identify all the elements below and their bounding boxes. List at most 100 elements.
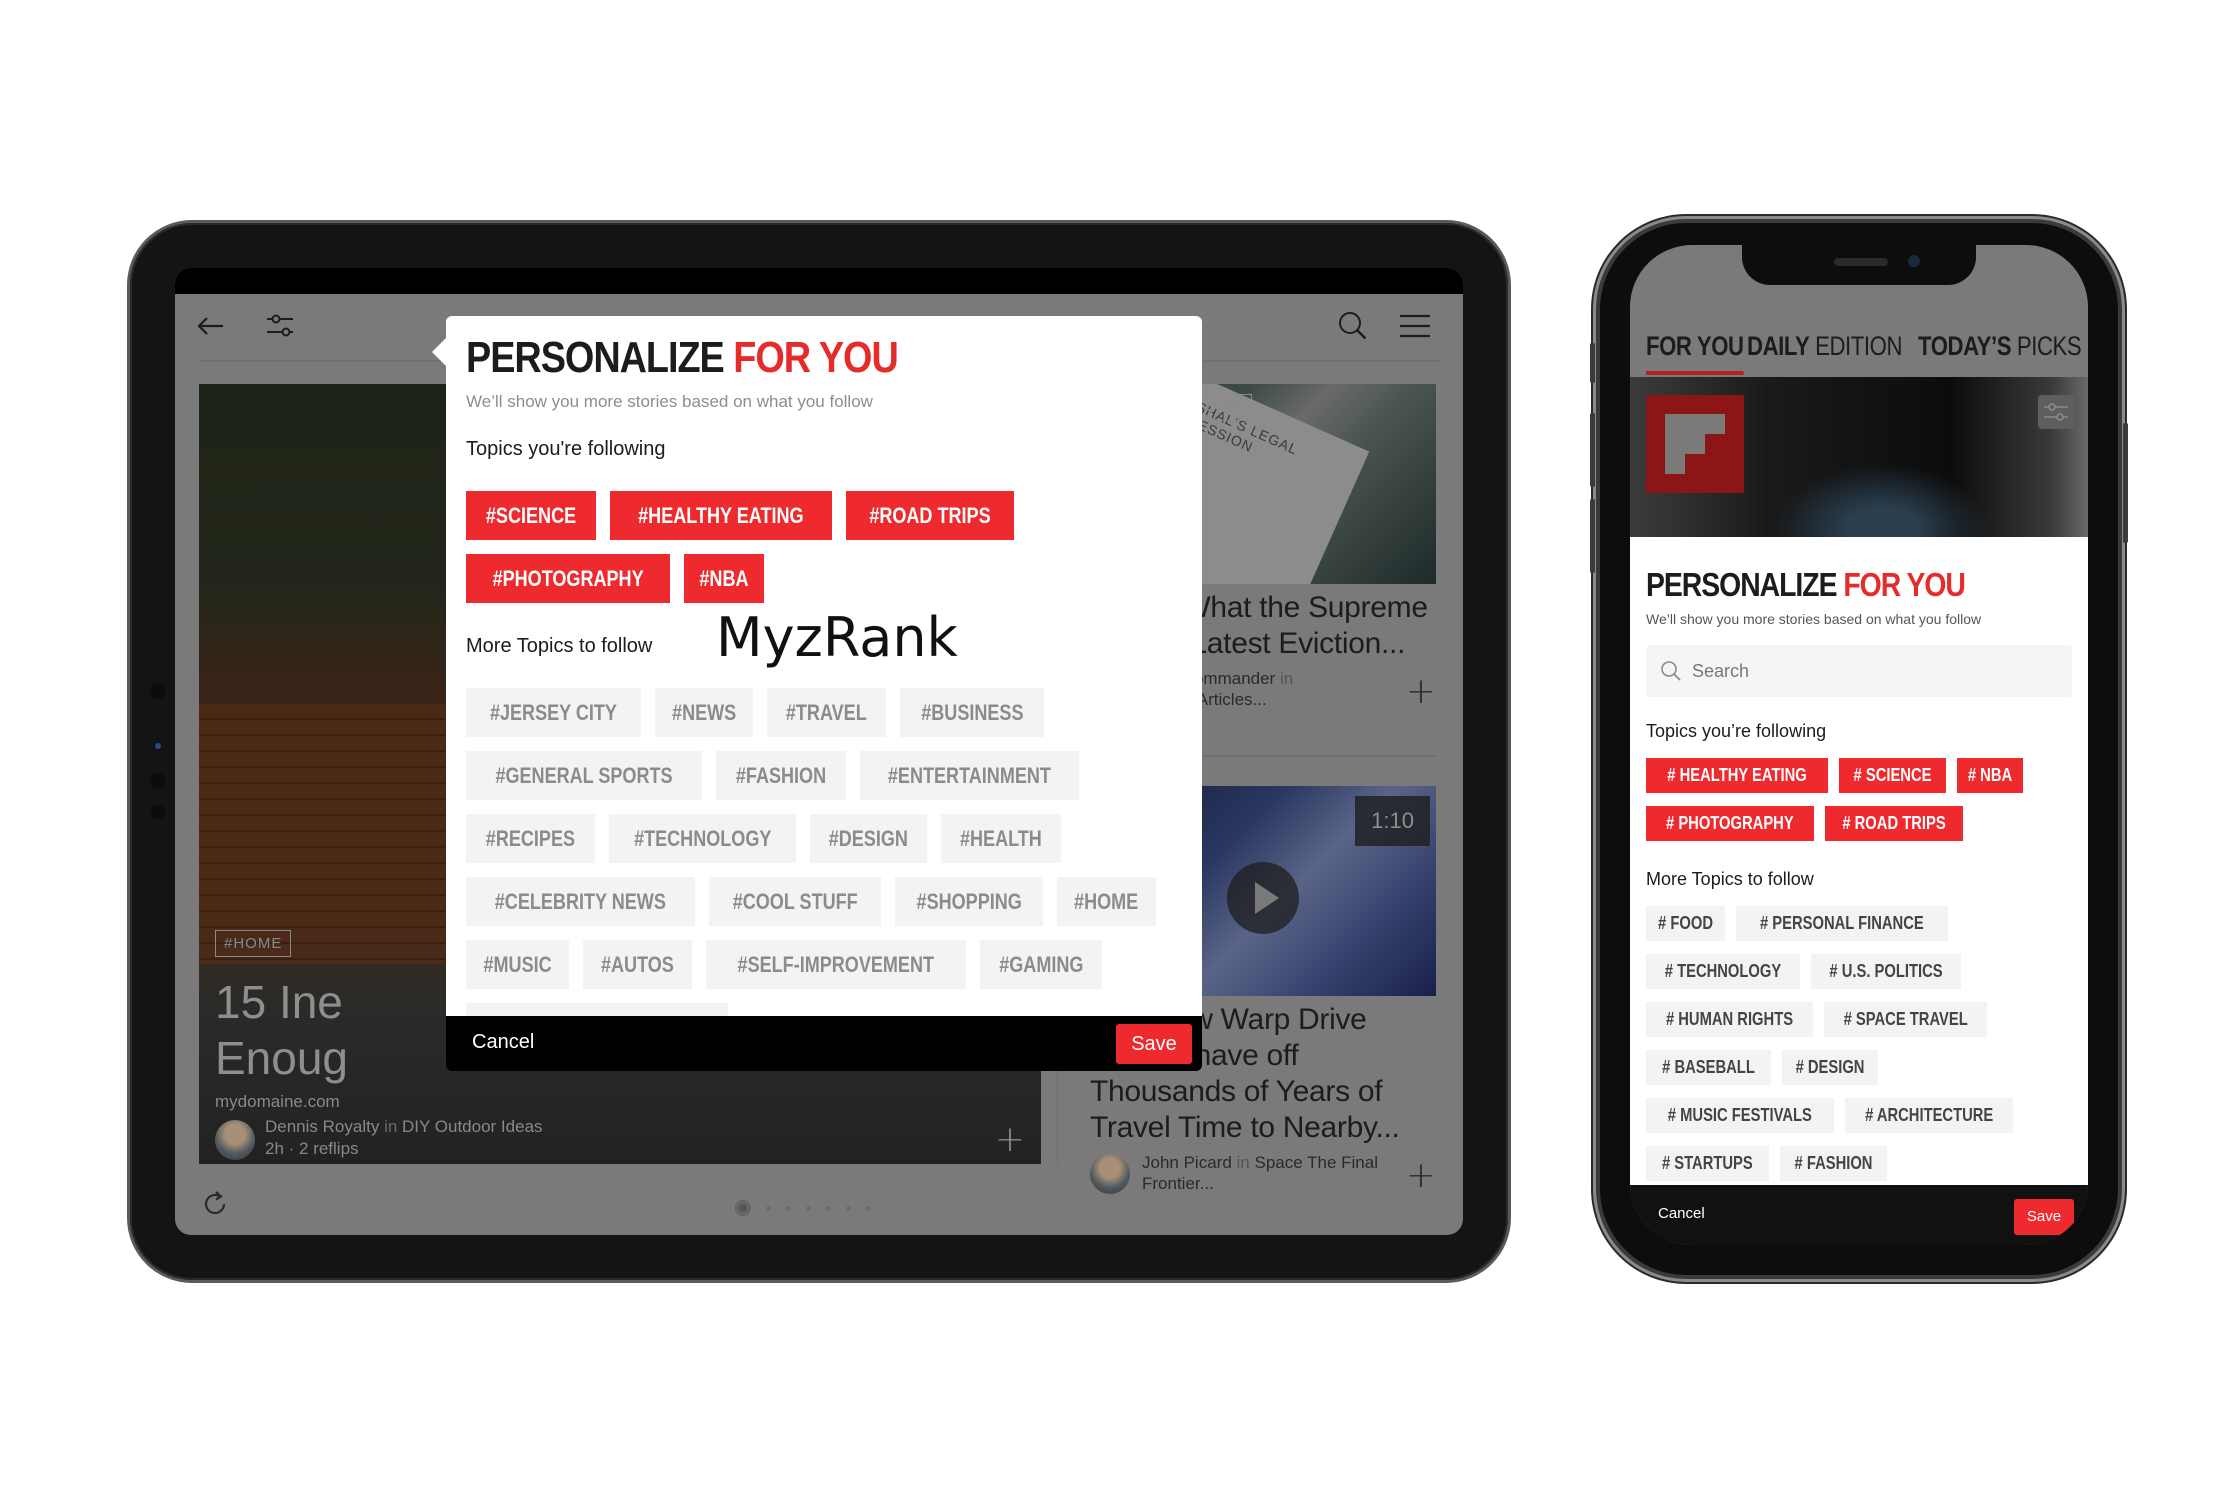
topic-label: # HUMAN RIGHTS bbox=[1665, 1009, 1794, 1029]
topic-label: #ROAD TRIPS bbox=[869, 503, 991, 528]
suggested-topic-chip[interactable]: #BUSINESS bbox=[899, 688, 1045, 737]
topic-search-field[interactable] bbox=[1646, 645, 2072, 697]
followed-topic-chip[interactable]: #PHOTOGRAPHY bbox=[466, 554, 671, 603]
play-icon[interactable] bbox=[1227, 862, 1299, 934]
topic-label: # SPACE TRAVEL bbox=[1843, 1009, 1968, 1029]
video-duration: 1:10 bbox=[1355, 796, 1430, 846]
tab-label-light: PICKS bbox=[2016, 331, 2082, 361]
suggested-topic-chip[interactable]: #GAMING bbox=[979, 940, 1103, 989]
suggested-topic-chip[interactable]: #FASHION bbox=[715, 751, 847, 800]
suggested-topic-chip[interactable]: #SHOPPING bbox=[895, 877, 1044, 926]
page-dot[interactable] bbox=[846, 1205, 851, 1211]
followed-topic-chip[interactable]: #ROAD TRIPS bbox=[845, 491, 1014, 540]
suggested-topic-chip[interactable]: #COOL STUFF bbox=[708, 877, 882, 926]
topic-label: # TECHNOLOGY bbox=[1664, 961, 1782, 981]
topic-label: # U.S. POLITICS bbox=[1829, 961, 1943, 981]
followed-topic-chip[interactable]: #NBA bbox=[684, 554, 765, 603]
suggested-topic-chip[interactable]: # ARCHITECTURE bbox=[1844, 1098, 2014, 1133]
page-dot[interactable] bbox=[735, 1200, 751, 1216]
sliders-icon[interactable] bbox=[263, 308, 299, 344]
popover-body: PERSONALIZE FOR YOU We’ll show you more … bbox=[446, 316, 1202, 1052]
author-name[interactable]: Dennis Royalty bbox=[265, 1117, 379, 1136]
more-topics-label: More Topics to follow bbox=[1646, 869, 1814, 889]
suggested-topic-chip[interactable]: #CELEBRITY NEWS bbox=[466, 877, 695, 926]
page-dot[interactable] bbox=[766, 1205, 771, 1211]
suggested-topic-chip[interactable]: # TECHNOLOGY bbox=[1646, 954, 1801, 989]
author-name[interactable]: John Picard bbox=[1142, 1153, 1232, 1172]
suggested-topic-chip[interactable]: #HOME bbox=[1057, 877, 1156, 926]
in-word: in bbox=[384, 1117, 398, 1136]
topic-label: #COOL STUFF bbox=[732, 889, 858, 914]
suggested-topic-chip[interactable]: #JERSEY CITY bbox=[466, 688, 641, 737]
flipboard-logo[interactable] bbox=[1646, 395, 1744, 493]
speaker-grille bbox=[1834, 258, 1888, 266]
search-icon[interactable] bbox=[1335, 308, 1371, 344]
suggested-topic-chip[interactable]: #SELF-IMPROVEMENT bbox=[705, 940, 966, 989]
status-bar bbox=[175, 268, 1463, 294]
topic-label: #SCIENCE bbox=[485, 503, 577, 528]
topic-label: # NBA bbox=[1967, 765, 2013, 785]
article-stats: 2h · 2 reflips bbox=[265, 1139, 359, 1158]
suggested-topic-chip[interactable]: #TRAVEL bbox=[767, 688, 886, 737]
save-button[interactable]: Save bbox=[1116, 1024, 1192, 1064]
sliders-icon[interactable] bbox=[2038, 395, 2074, 429]
front-camera bbox=[1908, 255, 1920, 267]
tab-for-you[interactable]: FOR YOU bbox=[1646, 331, 1744, 375]
phone-side-button bbox=[2123, 423, 2128, 543]
suggested-topic-chip[interactable]: # DESIGN bbox=[1782, 1050, 1879, 1085]
followed-topic-chip[interactable]: #SCIENCE bbox=[466, 491, 597, 540]
followed-topic-chip[interactable]: # ROAD TRIPS bbox=[1824, 806, 1963, 841]
phone-side-button bbox=[1590, 499, 1595, 573]
followed-topic-chip[interactable]: #HEALTHY EATING bbox=[610, 491, 832, 540]
suggested-topic-chip[interactable]: # PERSONAL FINANCE bbox=[1736, 906, 1948, 941]
cancel-button[interactable]: Cancel bbox=[472, 1031, 534, 1054]
page-dot[interactable] bbox=[866, 1205, 871, 1211]
article-title-line: Enoug bbox=[215, 1032, 349, 1084]
search-input[interactable] bbox=[1692, 645, 2072, 697]
add-to-collection-plus-icon[interactable]: + bbox=[995, 1122, 1025, 1158]
article-topic-tag[interactable]: #HOME bbox=[215, 930, 292, 957]
followed-topic-chip[interactable]: # PHOTOGRAPHY bbox=[1646, 806, 1814, 841]
tab-daily-edition[interactable]: DAILY EDITION bbox=[1747, 331, 1902, 362]
page-dot[interactable] bbox=[806, 1205, 811, 1211]
topic-label: #NBA bbox=[699, 566, 749, 591]
suggested-topic-chip[interactable]: # STARTUPS bbox=[1646, 1146, 1769, 1181]
author-avatar[interactable] bbox=[215, 1120, 255, 1160]
back-arrow-icon[interactable] bbox=[193, 308, 229, 344]
tab-today-s-picks[interactable]: TODAY’S PICKS bbox=[1918, 331, 2082, 362]
topic-label: # PHOTOGRAPHY bbox=[1666, 813, 1794, 833]
refresh-icon[interactable] bbox=[199, 1188, 231, 1220]
suggested-topic-chip[interactable]: # SPACE TRAVEL bbox=[1824, 1002, 1988, 1037]
suggested-topic-chip[interactable]: # BASEBALL bbox=[1646, 1050, 1772, 1085]
following-label: Topics you're following bbox=[466, 438, 666, 460]
suggested-topic-chip[interactable]: #ENTERTAINMENT bbox=[860, 751, 1079, 800]
suggested-topic-chip[interactable]: #HEALTH bbox=[940, 814, 1061, 863]
followed-topic-chip[interactable]: # SCIENCE bbox=[1839, 758, 1947, 793]
add-to-collection-plus-icon[interactable]: + bbox=[1406, 674, 1436, 710]
cancel-button[interactable]: Cancel bbox=[1658, 1205, 1705, 1222]
following-topics: #SCIENCE #HEALTHY EATING #ROAD TRIPS #PHOTO… bbox=[466, 491, 1182, 603]
topic-label: #TRAVEL bbox=[786, 700, 867, 725]
save-button[interactable]: Save bbox=[2014, 1199, 2074, 1235]
suggested-topic-chip[interactable]: # HUMAN RIGHTS bbox=[1646, 1002, 1814, 1037]
suggested-topic-chip[interactable]: #GENERAL SPORTS bbox=[466, 751, 702, 800]
topic-label: #DESIGN bbox=[828, 826, 909, 851]
suggested-topic-chip[interactable]: # MUSIC FESTIVALS bbox=[1646, 1098, 1834, 1133]
suggested-topic-chip[interactable]: #MUSIC bbox=[466, 940, 570, 989]
article-title[interactable]: 15 Ine Enoug bbox=[215, 974, 348, 1086]
suggested-topic-chip[interactable]: #NEWS bbox=[654, 688, 754, 737]
page-dot[interactable] bbox=[786, 1205, 791, 1211]
suggested-topic-chip[interactable]: # U.S. POLITICS bbox=[1811, 954, 1962, 989]
popover-title: PERSONALIZE FOR YOU bbox=[466, 334, 1082, 382]
suggested-topic-chip[interactable]: # FOOD bbox=[1646, 906, 1726, 941]
suggested-topic-chip[interactable]: #AUTOS bbox=[583, 940, 692, 989]
page-dot[interactable] bbox=[826, 1205, 831, 1211]
suggested-topic-chip[interactable]: #RECIPES bbox=[466, 814, 595, 863]
followed-topic-chip[interactable]: # HEALTHY EATING bbox=[1646, 758, 1829, 793]
suggested-topic-chip[interactable]: #TECHNOLOGY bbox=[608, 814, 797, 863]
hamburger-menu-icon[interactable] bbox=[1397, 308, 1433, 344]
followed-topic-chip[interactable]: # NBA bbox=[1957, 758, 2024, 793]
collection-name[interactable]: DIY Outdoor Ideas bbox=[402, 1117, 543, 1136]
suggested-topic-chip[interactable]: # FASHION bbox=[1779, 1146, 1887, 1181]
suggested-topic-chip[interactable]: #DESIGN bbox=[810, 814, 927, 863]
